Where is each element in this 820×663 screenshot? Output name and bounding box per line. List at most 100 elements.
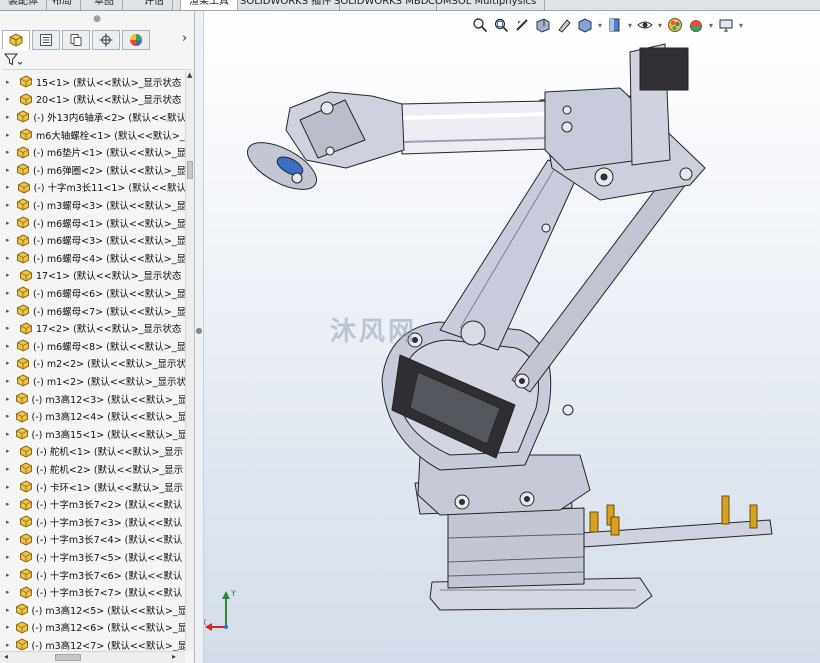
panel-splitter[interactable]: ● <box>195 11 204 663</box>
expand-arrow-icon[interactable]: ▸ <box>6 535 14 543</box>
expand-arrow-icon[interactable]: ▸ <box>6 359 11 367</box>
expand-arrow-icon[interactable]: ▸ <box>6 201 11 209</box>
expand-arrow-icon[interactable]: ▸ <box>6 219 11 227</box>
tree-item[interactable]: ▸ (-) m6螺母<4> (默认<<默认>_显 <box>0 249 186 267</box>
tab-layout[interactable]: 布局 <box>44 0 81 10</box>
expand-arrow-icon[interactable]: ▸ <box>6 271 14 279</box>
tab-sketch[interactable]: 草图 <box>86 0 123 10</box>
tree-item[interactable]: ▸ 15<1> (默认<<默认>_显示状态 <box>0 73 186 91</box>
coordinate-triad: Y X <box>204 587 244 631</box>
part-icon <box>20 480 32 493</box>
triad-y-label: Y <box>231 589 236 598</box>
expand-arrow-icon[interactable]: ▸ <box>6 465 14 473</box>
triad-x-label: X <box>204 618 206 627</box>
expand-arrow-icon[interactable]: ▸ <box>6 78 14 86</box>
tree-item[interactable]: ▸ (-) m3高12<4> (默认<<默认>_显 <box>0 407 186 425</box>
expand-arrow-icon[interactable]: ▸ <box>6 483 14 491</box>
scroll-thumb[interactable] <box>187 161 193 179</box>
tree-item[interactable]: ▸ (-) m6弹圈<2> (默认<<默认>_显 <box>0 161 186 179</box>
expand-arrow-icon[interactable]: ▸ <box>6 518 14 526</box>
dim-xpert-icon[interactable] <box>92 30 120 50</box>
tree-item[interactable]: ▸ (-) m3高12<6> (默认<<默认>_显 <box>0 619 186 637</box>
expand-arrow-icon[interactable]: ▸ <box>6 500 14 508</box>
expand-arrow-icon[interactable]: ▸ <box>6 571 14 579</box>
tree-item-label: (-) m2<2> (默认<<默认>_显示状 <box>33 359 186 371</box>
part-icon <box>17 163 30 176</box>
tree-item[interactable]: ▸ (-) m6螺母<8> (默认<<默认>_显 <box>0 337 186 355</box>
tree-item[interactable]: ▸ (-) m6螺母<7> (默认<<默认>_显 <box>0 302 186 320</box>
tree-item-label: (-) 十字m3长7<4> (默认<<默认 <box>36 535 183 547</box>
tree-item[interactable]: ▸ (-) m6垫片<1> (默认<<默认>_显 <box>0 143 186 161</box>
expand-arrow-icon[interactable]: ▸ <box>6 95 14 103</box>
bolt <box>561 121 573 133</box>
expand-arrow-icon[interactable]: ▸ <box>6 412 10 420</box>
property-manager-icon[interactable] <box>32 30 60 50</box>
tree-item[interactable]: ▸ (-) 十字m3长7<6> (默认<<默认 <box>0 566 186 584</box>
tree-horizontal-scrollbar[interactable]: ◂ ▸ <box>0 651 185 663</box>
tab-render-tools[interactable]: 渲染工具 <box>180 0 238 10</box>
expand-arrow-icon[interactable]: ▸ <box>6 236 11 244</box>
tree-item[interactable]: ▸ (-) m2<2> (默认<<默认>_显示状 <box>0 355 186 373</box>
panel-grip-icon[interactable]: ● <box>0 11 194 27</box>
expand-arrow-icon[interactable]: ▸ <box>6 377 11 385</box>
tree-item[interactable]: ▸ 17<2> (默认<<默认>_显示状态 <box>0 319 186 337</box>
tree-item[interactable]: ▸ (-) m3高12<3> (默认<<默认>_显 <box>0 390 186 408</box>
tree-item-label: (-) 十字m3长7<2> (默认<<默认 <box>36 500 183 512</box>
expand-arrow-icon[interactable]: ▸ <box>6 447 14 455</box>
expand-arrow-icon[interactable]: ▸ <box>6 553 14 561</box>
tab-evaluate[interactable]: 评估 <box>136 0 173 10</box>
tree-item[interactable]: ▸ (-) 十字m3长7<3> (默认<<默认 <box>0 513 186 531</box>
expand-arrow-icon[interactable]: ▸ <box>6 113 11 121</box>
expand-arrow-icon[interactable]: ▸ <box>6 254 11 262</box>
expand-arrow-icon[interactable]: ▸ <box>6 307 11 315</box>
expand-arrow-icon[interactable]: ▸ <box>6 289 11 297</box>
tab-assembly[interactable]: 装配体 <box>0 0 47 10</box>
expand-arrow-icon[interactable]: ▸ <box>6 395 10 403</box>
expand-arrow-icon[interactable]: ▸ <box>6 148 11 156</box>
tree-item[interactable]: ▸ (-) 十字m3长7<7> (默认<<默认 <box>0 583 186 601</box>
chevron-right-icon[interactable]: › <box>182 31 187 46</box>
expand-arrow-icon[interactable]: ▸ <box>6 324 14 332</box>
tab-comsol[interactable]: COMSOL Multiphysics <box>420 0 546 10</box>
tree-item[interactable]: ▸ 17<1> (默认<<默认>_显示状态 <box>0 267 186 285</box>
expand-arrow-icon[interactable]: ▸ <box>6 641 10 649</box>
tree-item[interactable]: ▸ (-) m3高15<1> (默认<<默认>_显 <box>0 425 186 443</box>
feature-manager-icon[interactable] <box>2 30 30 50</box>
tree-item[interactable]: ▸ (-) m6螺母<6> (默认<<默认>_显 <box>0 284 186 302</box>
expand-arrow-icon[interactable]: ▸ <box>6 606 10 614</box>
configuration-manager-icon[interactable] <box>62 30 90 50</box>
display-manager-icon[interactable] <box>122 30 150 50</box>
expand-arrow-icon[interactable]: ▸ <box>6 166 11 174</box>
expand-arrow-icon[interactable]: ▸ <box>6 131 14 139</box>
tree-item[interactable]: ▸ (-) 舵机<2> (默认<<默认>_显示 <box>0 460 186 478</box>
tab-solidworks-addins[interactable]: SOLIDWORKS 插件 <box>232 0 341 10</box>
tree-item[interactable]: ▸ (-) m6螺母<3> (默认<<默认>_显 <box>0 231 186 249</box>
hscroll-thumb[interactable] <box>55 654 81 661</box>
tree-vertical-scrollbar[interactable]: ▲ <box>185 71 194 651</box>
tree-item[interactable]: ▸ m6大轴螺栓<1> (默认<<默认>_ <box>0 126 186 144</box>
expand-arrow-icon[interactable]: ▸ <box>6 623 10 631</box>
expand-arrow-icon[interactable]: ▸ <box>6 588 14 596</box>
robot-arm-model[interactable] <box>204 11 820 663</box>
tree-item[interactable]: ▸ (-) m3高12<7> (默认<<默认>_显 <box>0 636 186 651</box>
tree-item[interactable]: ▸ (-) 外13内6轴承<2> (默认<<默认 <box>0 108 186 126</box>
tree-filter[interactable] <box>2 51 192 70</box>
expand-arrow-icon[interactable]: ▸ <box>6 183 12 191</box>
tree-item[interactable]: ▸ (-) m1<2> (默认<<默认>_显示状 <box>0 372 186 390</box>
filter-icon[interactable] <box>4 53 22 67</box>
bolt <box>325 146 335 156</box>
expand-arrow-icon[interactable]: ▸ <box>6 430 10 438</box>
tree-item[interactable]: ▸ (-) m6螺母<1> (默认<<默认>_显 <box>0 214 186 232</box>
graphics-area[interactable]: ▾ ▾ ▾ ▾ ▾ 沐风网 Y <box>204 11 820 663</box>
expand-arrow-icon[interactable]: ▸ <box>6 342 11 350</box>
tree-item[interactable]: ▸ (-) 十字m3长7<5> (默认<<默认 <box>0 548 186 566</box>
tree-item[interactable]: ▸ (-) 舵机<1> (默认<<默认>_显示 <box>0 443 186 461</box>
tree-item[interactable]: ▸ 20<1> (默认<<默认>_显示状态 <box>0 91 186 109</box>
tree-item[interactable]: ▸ (-) m3螺母<3> (默认<<默认>_显 <box>0 196 186 214</box>
tree-item[interactable]: ▸ (-) 十字m3长7<2> (默认<<默认 <box>0 495 186 513</box>
tree-item[interactable]: ▸ (-) m3高12<5> (默认<<默认>_显 <box>0 601 186 619</box>
tree-item[interactable]: ▸ (-) 十字m3长11<1> (默认<<默认 <box>0 179 186 197</box>
tree-item[interactable]: ▸ (-) 十字m3长7<4> (默认<<默认 <box>0 531 186 549</box>
part-icon <box>20 533 32 546</box>
tree-item[interactable]: ▸ (-) 卡环<1> (默认<<默认>_显示 <box>0 478 186 496</box>
